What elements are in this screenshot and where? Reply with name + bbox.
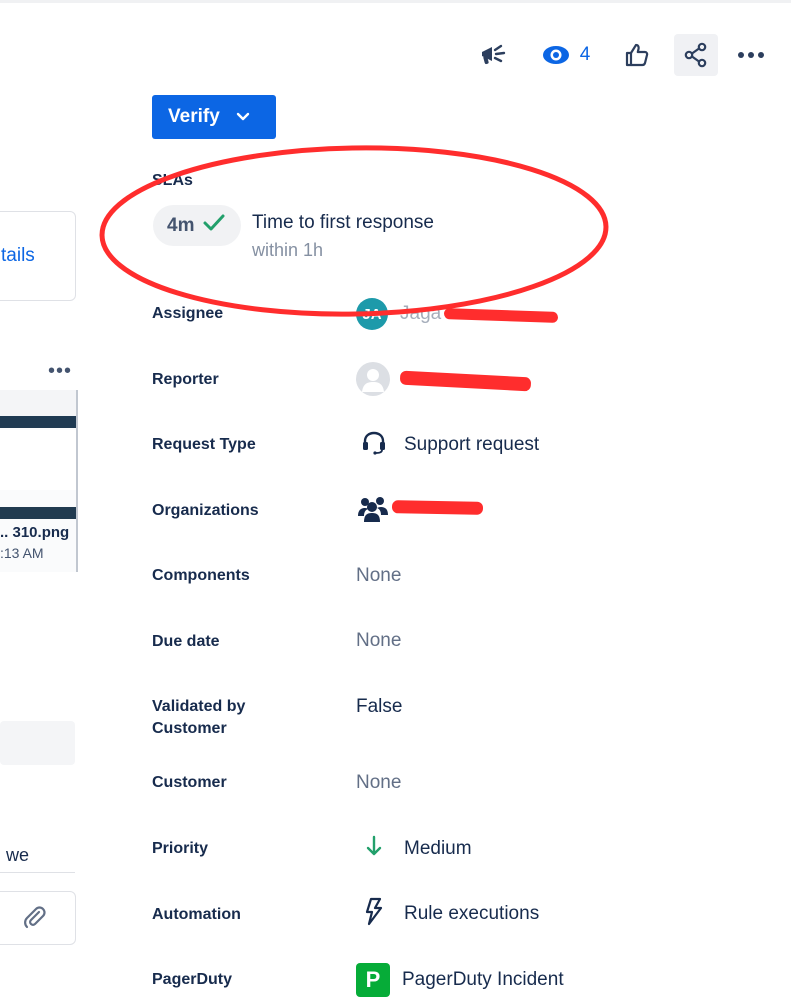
thumbnail-preview <box>0 430 76 490</box>
priority-label: Priority <box>152 840 209 857</box>
validated-field[interactable]: False <box>356 687 402 727</box>
automation-value: Rule executions <box>404 903 540 924</box>
organizations-field[interactable] <box>356 490 390 530</box>
avatar: JA <box>356 298 388 330</box>
components-label: Components <box>152 567 250 584</box>
thumbnail-preview <box>0 507 76 519</box>
vote-button[interactable] <box>616 34 658 76</box>
components-field[interactable]: None <box>356 556 401 596</box>
organizations-label: Organizations <box>152 502 259 519</box>
sla-elapsed: 4m <box>167 214 195 236</box>
request-type-field[interactable]: Support request <box>356 425 539 465</box>
pagerduty-field[interactable]: P PagerDuty Incident <box>356 960 564 1000</box>
reporter-label: Reporter <box>152 371 219 388</box>
attachment-time: :13 AM <box>0 545 44 561</box>
avatar <box>356 362 390 396</box>
reporter-field[interactable] <box>356 359 390 399</box>
priority-field[interactable]: Medium <box>356 829 472 869</box>
thumbs-up-icon <box>624 42 650 68</box>
assignee-name: Jaga <box>400 303 442 324</box>
due-date-label: Due date <box>152 633 220 650</box>
request-type-value: Support request <box>404 434 540 455</box>
watch-button[interactable]: 4 <box>536 34 596 76</box>
customer-field[interactable]: None <box>356 763 401 803</box>
sla-target: within 1h <box>252 240 324 260</box>
feedback-button[interactable] <box>472 34 514 76</box>
top-divider <box>0 0 791 3</box>
share-icon <box>683 42 709 68</box>
comment-box[interactable] <box>0 721 75 765</box>
headset-icon <box>356 424 392 466</box>
comment-input[interactable] <box>0 891 76 945</box>
redaction-mark <box>399 370 532 392</box>
attachment-name: .. 310.png <box>0 524 70 541</box>
eye-icon <box>542 45 570 65</box>
more-icon <box>737 51 765 59</box>
pagerduty-label: PagerDuty <box>152 971 233 988</box>
thumbnail-preview <box>0 416 76 428</box>
sla-status-pill: 4m <box>153 205 241 246</box>
due-date-value: None <box>356 630 402 651</box>
components-value: None <box>356 565 402 586</box>
comment-text: we <box>6 845 30 865</box>
details-link[interactable]: tails <box>1 245 35 267</box>
issue-toolbar: 4 <box>470 34 790 78</box>
pagerduty-value: PagerDuty Incident <box>402 969 564 990</box>
paperclip-icon[interactable] <box>21 904 47 935</box>
verify-button[interactable]: Verify <box>152 95 276 139</box>
watchers-count: 4 <box>579 44 591 65</box>
chevron-down-icon <box>236 106 250 128</box>
customer-label: Customer <box>152 774 227 791</box>
people-group-icon <box>356 490 390 530</box>
lightning-icon <box>356 893 392 935</box>
share-button[interactable] <box>674 34 718 76</box>
check-icon <box>202 213 226 238</box>
more-actions-button[interactable] <box>730 34 772 76</box>
details-card[interactable]: tails <box>0 211 76 301</box>
redaction-mark <box>443 308 559 323</box>
thumbnail-preview <box>0 390 76 418</box>
arrow-down-icon <box>356 828 392 870</box>
priority-value: Medium <box>404 838 472 859</box>
due-date-field[interactable]: None <box>356 621 401 661</box>
divider <box>0 872 75 873</box>
redaction-mark <box>391 500 484 515</box>
validated-label: Validated by Customer <box>152 698 246 737</box>
request-type-label: Request Type <box>152 436 256 453</box>
automation-label: Automation <box>152 906 241 923</box>
verify-label: Verify <box>168 106 220 127</box>
sla-title: Time to first response <box>252 212 434 233</box>
automation-field[interactable]: Rule executions <box>356 894 539 934</box>
attachment-thumbnail[interactable]: .. 310.png :13 AM <box>0 390 78 572</box>
sla-heading: SLAs <box>152 172 193 189</box>
assignee-field[interactable]: JA Jaga <box>356 294 441 334</box>
pagerduty-logo-icon: P <box>356 963 390 997</box>
assignee-label: Assignee <box>152 305 224 322</box>
validated-value: False <box>356 696 403 717</box>
megaphone-icon <box>478 42 508 68</box>
customer-value: None <box>356 772 402 793</box>
attachment-more-icon[interactable]: ••• <box>48 360 72 383</box>
